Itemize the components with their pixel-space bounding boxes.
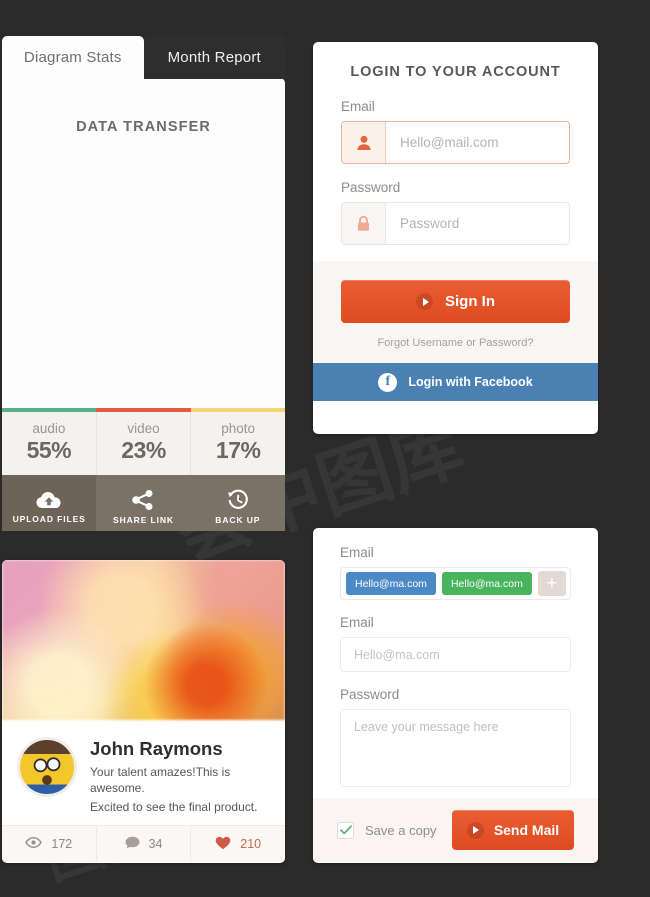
stat-video: video 23% [97,412,192,475]
transfer-body: DATA TRANSFER [2,78,285,408]
avatar [17,737,77,797]
stat-label: video [127,421,160,436]
sign-in-button[interactable]: Sign In [341,280,570,323]
views-count: 172 [51,837,73,851]
play-icon [416,293,433,310]
check-icon [339,825,352,835]
profile-body: John Raymons Your talent amazes!This is … [2,720,285,825]
page-title: DATA TRANSFER [76,119,211,135]
comments-count: 34 [148,837,163,851]
tab-bar: Diagram Stats Month Report [2,36,285,79]
likes-count: 210 [240,837,262,851]
comments-counter[interactable]: 34 [97,826,192,862]
profile-card: John Raymons Your talent amazes!This is … [2,560,285,863]
message-textarea[interactable] [340,709,571,787]
message-label: Password [340,687,400,702]
password-input[interactable] [386,203,569,244]
password-label: Password [341,180,401,195]
email-label: Email [340,615,374,630]
stats-row: audio 55% video 23% photo 17% [2,412,285,475]
mail-form: Email Hello@ma.com Hello@ma.com + Email … [313,528,598,798]
autumn-leaves-photo [2,560,285,720]
action-label: UPLOAD FILES [12,513,86,524]
profile-name: John Raymons [90,738,223,759]
action-label: SHARE LINK [113,514,174,525]
cloud-upload-icon [36,491,62,509]
heart-icon [215,836,231,853]
profile-meta-row: 172 34 210 [2,825,285,862]
stat-value: 17% [215,437,261,463]
send-mail-button[interactable]: Send Mail [452,810,574,850]
login-footer: Sign In Forgot Username or Password? [313,261,598,363]
stat-value: 23% [121,437,166,463]
password-input-group[interactable] [341,202,570,245]
stat-label: photo [221,421,256,436]
save-copy-label: Save a copy [365,822,437,838]
actions-row: UPLOAD FILES SHARE LINK BACK UP [2,475,285,531]
mail-form-card: Email Hello@ma.com Hello@ma.com + Email … [313,528,598,863]
email-label: Email [341,99,375,114]
stat-label: audio [32,421,66,436]
login-card: LOGIN TO YOUR ACCOUNT Email Password [313,42,598,434]
email-input[interactable] [386,122,569,163]
email-tag-box[interactable]: Hello@ma.com Hello@ma.com + [340,567,571,600]
tag-field-label: Email [340,545,374,560]
forgot-password-link[interactable]: Forgot Username or Password? [341,337,570,349]
lock-icon [342,203,386,244]
login-title: LOGIN TO YOUR ACCOUNT [350,64,561,80]
profile-text-block: John Raymons Your talent amazes!This is … [90,737,270,815]
eye-icon [25,837,43,851]
upload-files-button[interactable]: UPLOAD FILES [2,475,97,531]
share-icon [132,489,154,510]
user-icon [342,122,386,163]
stat-value: 55% [26,437,72,463]
clock-rewind-icon [227,489,249,510]
data-transfer-card: Diagram Stats Month Report DATA TRANSFER… [2,36,285,531]
facebook-icon: f [378,372,398,392]
email-input-group[interactable] [341,121,570,164]
tab-diagram-stats[interactable]: Diagram Stats [2,36,144,79]
save-copy-checkbox[interactable] [337,821,354,839]
facebook-label: Login with Facebook [408,375,533,389]
tab-month-report[interactable]: Month Report [143,36,285,79]
likes-counter[interactable]: 210 [191,826,285,862]
screenshot-stage: 荟 图库 荟中图库 图库 荟中 图库 Diagram Stats Month R… [0,0,650,894]
sign-in-label: Sign In [445,293,495,310]
email-input[interactable] [340,637,571,672]
add-tag-button[interactable]: + [537,571,566,596]
stat-photo: photo 17% [191,412,285,475]
action-label: BACK UP [215,515,261,525]
comment-icon [125,836,140,852]
send-mail-label: Send Mail [493,822,560,838]
views-counter[interactable]: 172 [2,826,97,862]
profile-message-line-1: Your talent amazes!This is awesome. [90,765,231,795]
play-icon [466,821,484,839]
profile-message-line-2: Excited to see the final product. [90,800,258,814]
stat-audio: audio 55% [2,412,97,475]
email-tag[interactable]: Hello@ma.com [441,572,532,595]
share-link-button[interactable]: SHARE LINK [96,475,190,531]
back-up-button[interactable]: BACK UP [191,475,285,531]
email-tag[interactable]: Hello@ma.com [346,572,436,595]
mail-footer: Save a copy Send Mail [313,798,598,862]
login-form: LOGIN TO YOUR ACCOUNT Email Password [313,42,598,245]
facebook-login-button[interactable]: f Login with Facebook [313,363,598,401]
